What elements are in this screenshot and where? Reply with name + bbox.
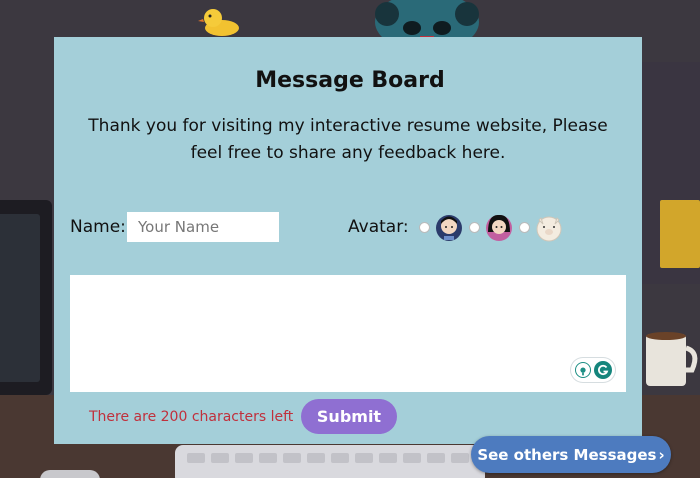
background-keyboard xyxy=(175,445,485,478)
chevron-right-icon: › xyxy=(658,445,665,464)
grammarly-logo-icon[interactable] xyxy=(594,361,612,379)
coffee-mug-icon xyxy=(646,332,698,386)
background-monitor xyxy=(0,200,52,395)
grammarly-widget[interactable] xyxy=(571,358,615,382)
see-others-messages-label: See others Messages xyxy=(477,445,657,464)
rubber-duck-icon xyxy=(198,9,239,36)
panda-plush-icon xyxy=(375,0,479,40)
characters-left-text: There are 200 characters left xyxy=(89,409,294,425)
avatar-pig-radio[interactable] xyxy=(519,222,530,233)
message-board-title: Message Board xyxy=(255,68,445,93)
avatar-label: Avatar: xyxy=(348,217,409,237)
submit-button[interactable]: Submit xyxy=(301,399,397,434)
boy-avatar-icon[interactable] xyxy=(434,212,464,244)
background-mouse xyxy=(40,470,100,478)
name-label: Name: xyxy=(70,217,126,237)
see-others-messages-button[interactable]: See others Messages › xyxy=(471,436,671,473)
sticky-note xyxy=(660,200,700,268)
avatar-girl-radio[interactable] xyxy=(469,222,480,233)
name-input[interactable] xyxy=(127,212,279,242)
lightbulb-icon[interactable] xyxy=(575,362,591,378)
message-textarea[interactable] xyxy=(70,275,626,392)
girl-avatar-icon[interactable] xyxy=(484,212,514,244)
avatar-boy-radio[interactable] xyxy=(419,222,430,233)
background-monitor-screen xyxy=(0,214,40,382)
pig-avatar-icon[interactable] xyxy=(534,212,564,244)
message-board-description: Thank you for visiting my interactive re… xyxy=(88,116,608,163)
